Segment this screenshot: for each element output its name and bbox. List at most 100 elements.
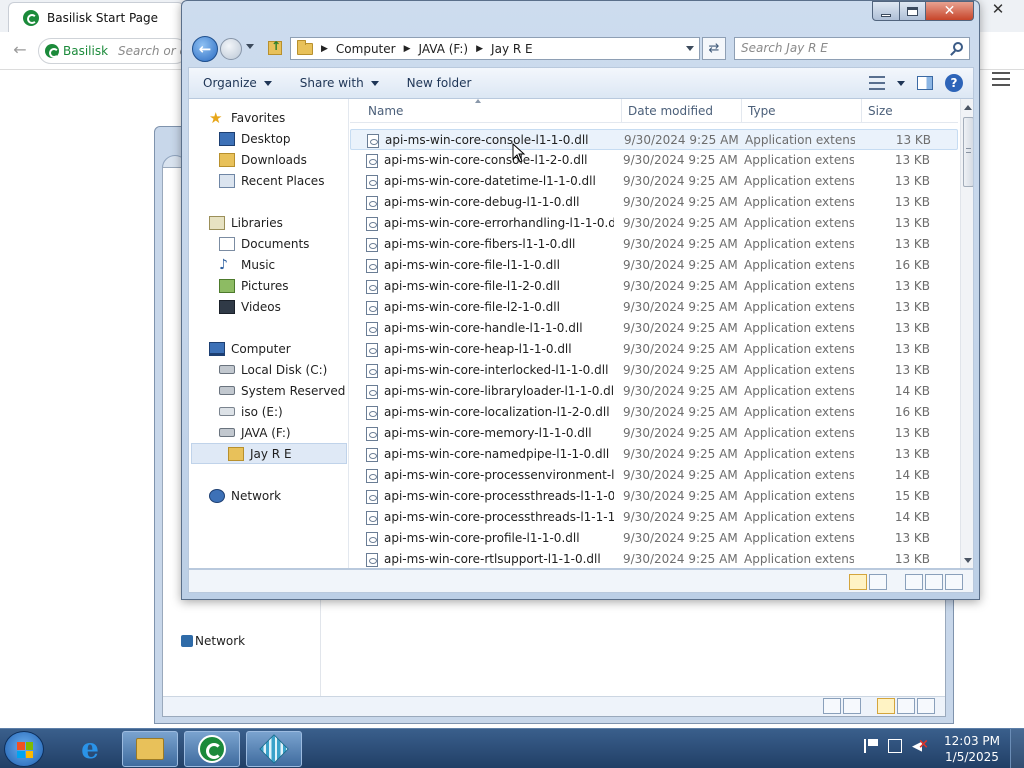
- file-row[interactable]: api-ms-win-core-heap-l1-1-0.dll 9/30/2024…: [350, 339, 958, 360]
- column-date-modified[interactable]: Date modified: [622, 99, 742, 123]
- view-dropdown-icon[interactable]: [897, 80, 905, 86]
- refresh-button[interactable]: ⇄: [702, 37, 726, 60]
- pane-layout-2-icon[interactable]: [925, 574, 943, 590]
- file-row[interactable]: api-ms-win-core-errorhandling-l1-1-0.dll…: [350, 213, 958, 234]
- show-desktop-button[interactable]: [1010, 729, 1024, 768]
- nav-java[interactable]: JAVA (F:): [219, 422, 291, 443]
- taskbar-basilisk[interactable]: [184, 731, 240, 767]
- nav-computer[interactable]: Computer: [209, 338, 291, 359]
- pane-layout-2-icon[interactable]: [897, 698, 915, 714]
- minimize-button[interactable]: [872, 1, 900, 21]
- search-icon[interactable]: [953, 42, 963, 52]
- file-row[interactable]: api-ms-win-core-file-l2-1-0.dll 9/30/2024…: [350, 297, 958, 318]
- computer-icon: [209, 341, 225, 356]
- file-type: Application extens...: [744, 531, 854, 545]
- chevron-right-icon[interactable]: ▶: [321, 44, 328, 54]
- column-size[interactable]: Size: [862, 99, 942, 123]
- scroll-thumb[interactable]: [963, 117, 973, 187]
- volume-muted-icon[interactable]: ◀: [912, 737, 929, 754]
- file-row[interactable]: api-ms-win-core-namedpipe-l1-1-0.dll 9/30…: [350, 444, 958, 465]
- breadcrumb-java[interactable]: JAVA (F:): [419, 42, 469, 56]
- breadcrumb-computer[interactable]: Computer: [336, 42, 396, 56]
- nav-downloads[interactable]: Downloads: [219, 149, 307, 170]
- start-button[interactable]: [4, 731, 44, 767]
- file-row[interactable]: api-ms-win-core-localization-l1-2-0.dll 9…: [350, 402, 958, 423]
- chevron-right-icon[interactable]: ▶: [476, 44, 483, 54]
- file-row[interactable]: api-ms-win-core-datetime-l1-1-0.dll 9/30/…: [350, 171, 958, 192]
- recent-pages-dropdown-icon[interactable]: [246, 44, 254, 49]
- nav-recent-places[interactable]: Recent Places: [219, 170, 324, 191]
- preview-pane-icon[interactable]: [917, 76, 933, 90]
- file-row[interactable]: api-ms-win-core-debug-l1-1-0.dll 9/30/202…: [350, 192, 958, 213]
- pane-layout-3-icon[interactable]: [945, 574, 963, 590]
- large-icons-view-icon[interactable]: [869, 574, 887, 590]
- nav-network[interactable]: Network: [209, 485, 281, 506]
- address-dropdown-icon[interactable]: [686, 46, 694, 51]
- network-tray-icon[interactable]: [888, 739, 902, 753]
- browser-menu-icon[interactable]: [992, 72, 1010, 86]
- vertical-scrollbar[interactable]: [960, 99, 973, 568]
- details-view-icon[interactable]: [823, 698, 841, 714]
- clock[interactable]: 12:03 PM 1/5/2025: [940, 733, 1004, 765]
- pane-layout-1-icon[interactable]: [905, 574, 923, 590]
- file-row[interactable]: api-ms-win-core-memory-l1-1-0.dll 9/30/20…: [350, 423, 958, 444]
- file-row[interactable]: api-ms-win-core-console-l1-1-0.dll 9/30/2…: [350, 129, 958, 150]
- file-row[interactable]: api-ms-win-core-fibers-l1-1-0.dll 9/30/20…: [350, 234, 958, 255]
- nav-videos[interactable]: Videos: [219, 296, 281, 317]
- taskbar-file-explorer[interactable]: [122, 731, 178, 767]
- column-name[interactable]: Name: [362, 99, 622, 123]
- pane-layout-3-icon[interactable]: [917, 698, 935, 714]
- file-row[interactable]: api-ms-win-core-console-l1-2-0.dll 9/30/2…: [350, 150, 958, 171]
- file-row[interactable]: api-ms-win-core-processenvironment-l1...…: [350, 465, 958, 486]
- file-row[interactable]: api-ms-win-core-interlocked-l1-1-0.dll 9/…: [350, 360, 958, 381]
- back-button[interactable]: ←: [192, 36, 218, 62]
- browser-back-icon[interactable]: ←: [10, 40, 30, 60]
- nav-pictures[interactable]: Pictures: [219, 275, 289, 296]
- file-row[interactable]: api-ms-win-core-file-l1-2-0.dll 9/30/2024…: [350, 276, 958, 297]
- share-with-button[interactable]: Share with: [286, 76, 393, 90]
- scroll-down-icon[interactable]: [964, 558, 972, 563]
- file-row[interactable]: api-ms-win-core-rtlsupport-l1-1-0.dll 9/3…: [350, 549, 958, 568]
- file-row[interactable]: api-ms-win-core-processthreads-l1-1-0.dl…: [350, 486, 958, 507]
- nav-local-disk[interactable]: Local Disk (C:): [219, 359, 327, 380]
- taskbar-internet-explorer[interactable]: e: [62, 731, 118, 767]
- action-center-flag-icon[interactable]: [864, 739, 878, 753]
- nav-system-reserved[interactable]: System Reserved (D:: [219, 380, 348, 401]
- nav-favorites[interactable]: ★ Favorites: [209, 107, 285, 128]
- breadcrumb-jay[interactable]: Jay R E: [491, 42, 533, 56]
- taskbar-app[interactable]: [246, 731, 302, 767]
- pane-layout-1-icon[interactable]: [877, 698, 895, 714]
- maximize-button[interactable]: [900, 1, 926, 21]
- browser-close-icon[interactable]: ✕: [988, 0, 1008, 20]
- chevron-right-icon[interactable]: ▶: [404, 44, 411, 54]
- up-folder-icon[interactable]: [268, 39, 282, 55]
- nav-iso[interactable]: iso (E:): [219, 401, 283, 422]
- file-row[interactable]: api-ms-win-core-file-l1-1-0.dll 9/30/2024…: [350, 255, 958, 276]
- nav-desktop[interactable]: Desktop: [219, 128, 291, 149]
- new-folder-button[interactable]: New folder: [393, 76, 486, 90]
- help-icon[interactable]: ?: [945, 74, 963, 92]
- background-nav-network[interactable]: Network: [195, 634, 245, 648]
- nav-music[interactable]: ♪ Music: [219, 254, 275, 275]
- search-input[interactable]: Search Jay R E: [734, 37, 970, 60]
- address-bar[interactable]: ▶ Computer ▶ JAVA (F:) ▶ Jay R E: [290, 37, 700, 60]
- nav-jay-selected[interactable]: Jay R E: [191, 443, 347, 464]
- file-row[interactable]: api-ms-win-core-processthreads-l1-1-1.dl…: [350, 507, 958, 528]
- organize-button[interactable]: Organize: [189, 76, 286, 90]
- nav-libraries[interactable]: Libraries: [209, 212, 283, 233]
- browser-url-bar[interactable]: Basilisk Search or ente: [38, 38, 188, 64]
- file-row[interactable]: api-ms-win-core-libraryloader-l1-1-0.dll…: [350, 381, 958, 402]
- large-icons-view-icon[interactable]: [843, 698, 861, 714]
- column-type[interactable]: Type: [742, 99, 862, 123]
- close-button[interactable]: ✕: [926, 1, 974, 21]
- scroll-up-icon[interactable]: [964, 105, 972, 110]
- explorer-window[interactable]: ✕ ← ▶ Computer ▶ JAVA (F:) ▶ Jay R E ⇄ S…: [181, 0, 980, 600]
- forward-button[interactable]: [220, 38, 242, 60]
- change-view-icon[interactable]: [869, 76, 885, 90]
- nav-documents[interactable]: Documents: [219, 233, 309, 254]
- details-view-icon[interactable]: [849, 574, 867, 590]
- browser-tab[interactable]: Basilisk Start Page: [8, 2, 184, 32]
- organize-label: Organize: [203, 76, 257, 90]
- file-row[interactable]: api-ms-win-core-profile-l1-1-0.dll 9/30/2…: [350, 528, 958, 549]
- file-row[interactable]: api-ms-win-core-handle-l1-1-0.dll 9/30/20…: [350, 318, 958, 339]
